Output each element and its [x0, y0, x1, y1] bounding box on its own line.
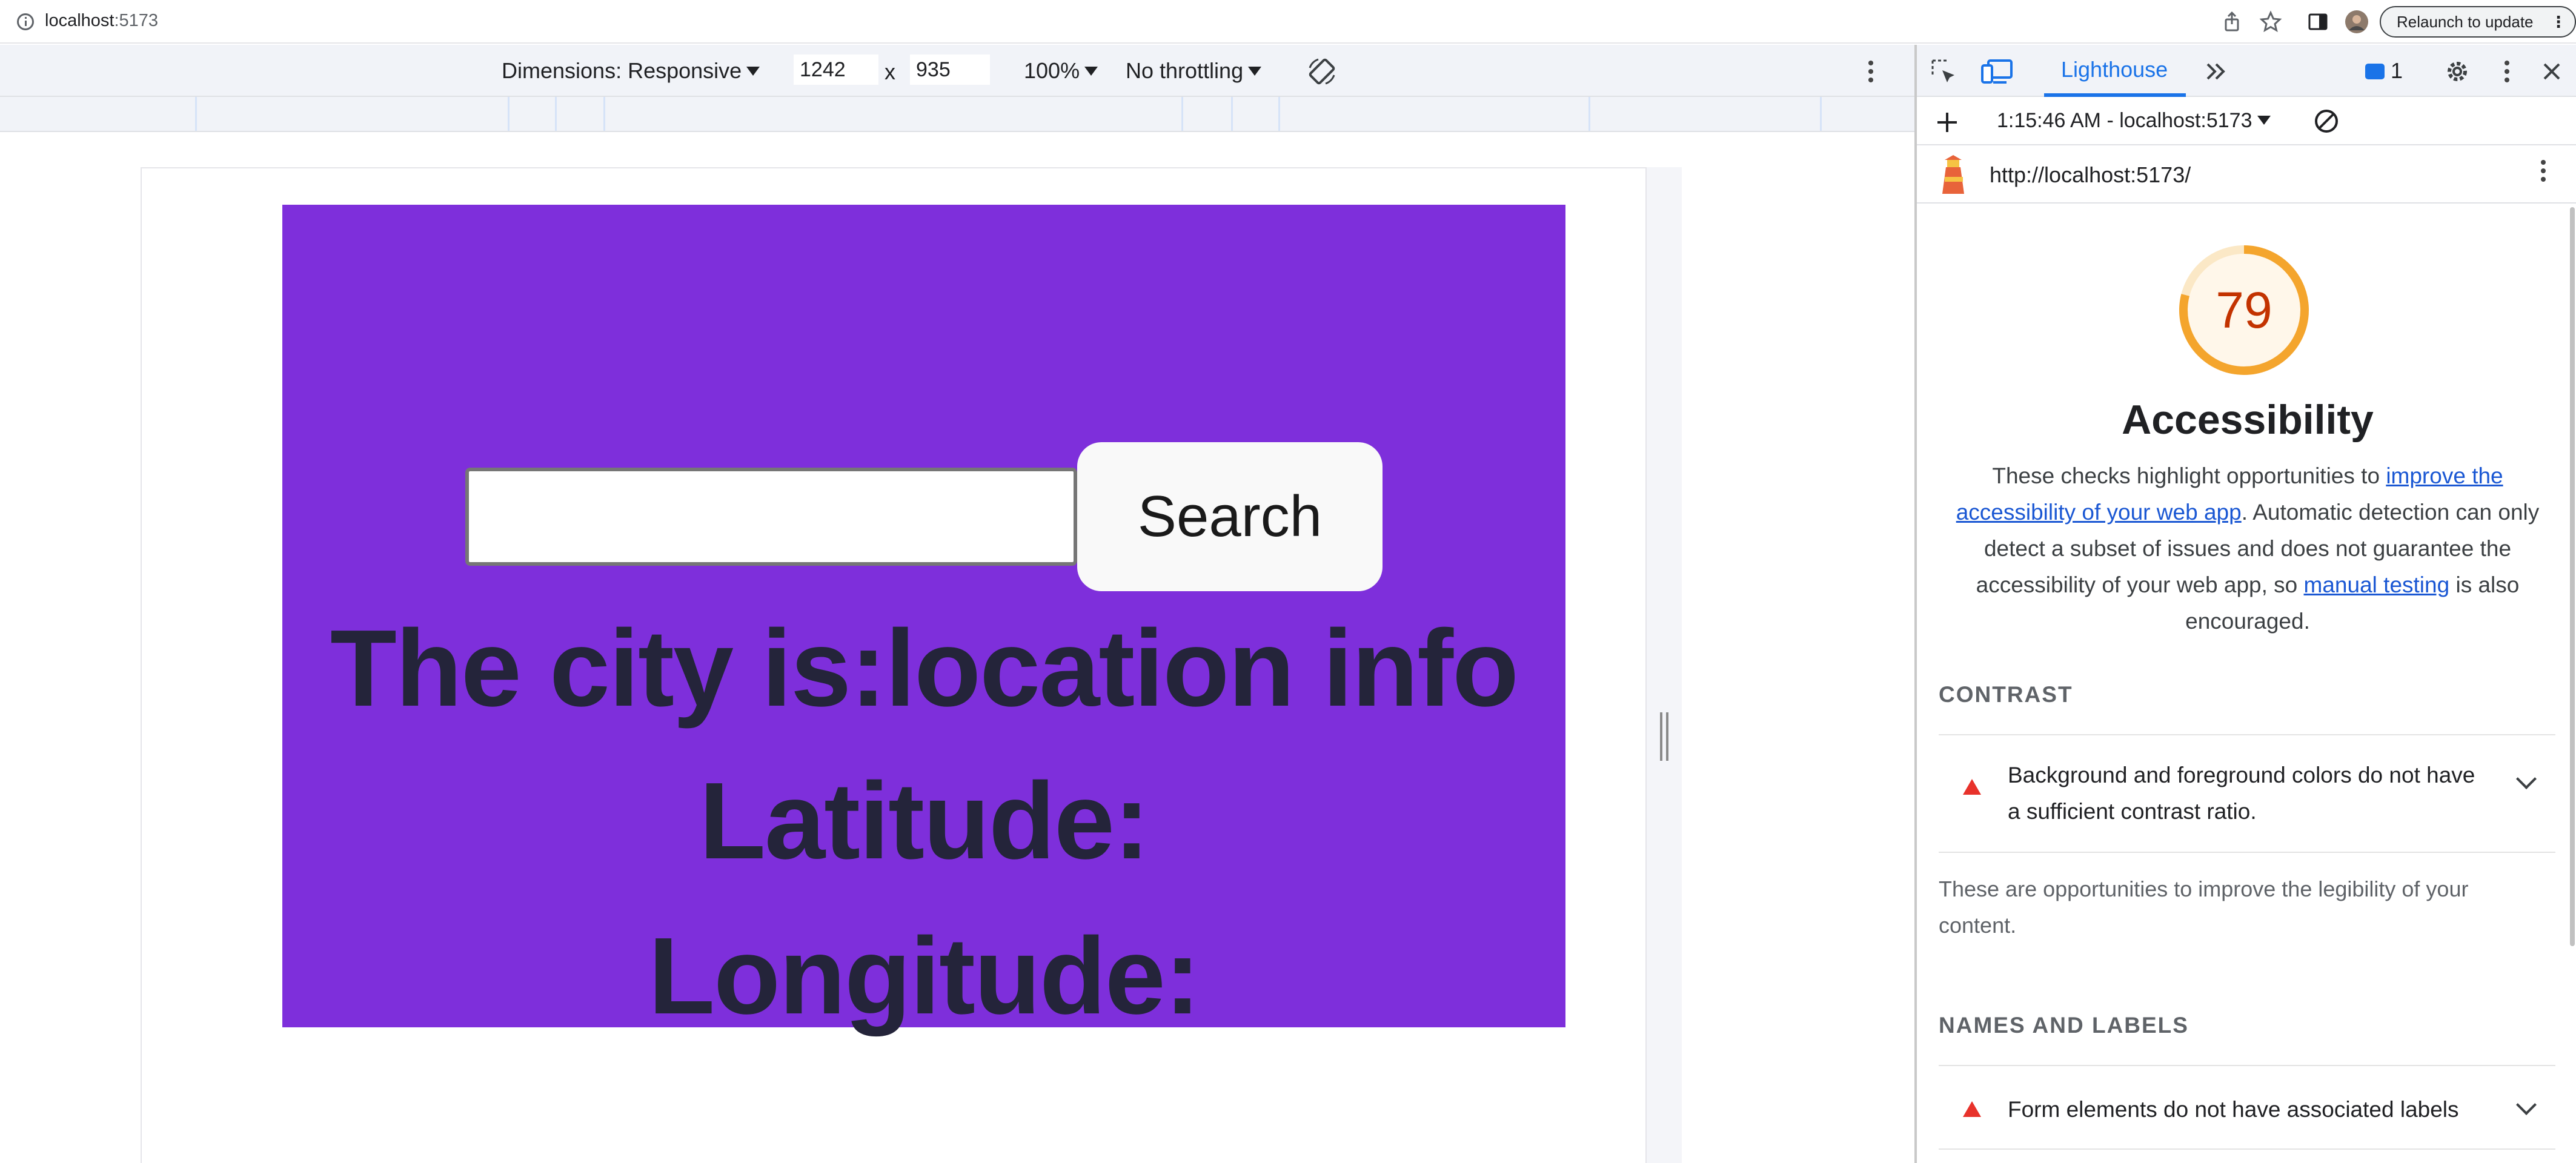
chevron-down-icon[interactable] — [2516, 769, 2537, 789]
audit-title: Form elements do not have associated lab… — [2008, 1097, 2459, 1122]
relaunch-label: Relaunch to update — [2397, 13, 2534, 31]
ruler-tick — [1181, 97, 1183, 131]
report-scrollbar[interactable] — [2570, 207, 2575, 946]
issues-counter[interactable]: 1 — [2365, 58, 2403, 84]
url-text[interactable]: localhost:5173 — [45, 11, 158, 31]
report-url[interactable]: http://localhost:5173/ — [1990, 162, 2191, 188]
report-selector[interactable]: 1:15:46 AM - localhost:5173 — [1997, 109, 2271, 133]
more-tabs-icon[interactable] — [2204, 61, 2228, 82]
dimension-separator: x — [885, 59, 895, 84]
throttling-dropdown[interactable]: No throttling — [1126, 58, 1262, 84]
tab-lighthouse[interactable]: Lighthouse — [2061, 57, 2168, 82]
issues-count: 1 — [2391, 58, 2403, 83]
ruler-tick — [1820, 97, 1822, 131]
issues-icon — [2365, 64, 2385, 79]
dimensions-dropdown[interactable]: Dimensions: Responsive — [502, 58, 760, 84]
audit-title: Background and foreground colors do not … — [2008, 763, 2475, 824]
lighthouse-toolbar: 1:15:46 AM - localhost:5173 — [1917, 97, 2576, 145]
close-devtools-icon[interactable] — [2541, 61, 2563, 82]
ruler-tick — [508, 97, 510, 131]
city-search-input[interactable] — [465, 468, 1077, 566]
category-title: Accessibility — [2122, 397, 2374, 443]
score-value: 79 — [2216, 282, 2272, 339]
devtools-more-icon[interactable] — [2505, 61, 2509, 86]
caret-down-icon — [1084, 67, 1098, 76]
url-port: :5173 — [114, 11, 159, 30]
divider — [1939, 1065, 2555, 1066]
share-icon[interactable] — [2220, 10, 2244, 34]
more-vert-icon: ⋮ — [2551, 13, 2566, 31]
caret-down-icon — [1248, 67, 1262, 76]
height-input[interactable]: 935 — [910, 55, 990, 85]
category-description: These checks highlight opportunities to … — [1951, 458, 2544, 640]
report-run-label: 1:15:46 AM - localhost:5173 — [1997, 109, 2252, 132]
description-text: These checks highlight opportunities to — [1992, 463, 2386, 488]
manual-testing-link[interactable]: manual testing — [2304, 572, 2450, 597]
audit-contrast[interactable]: Background and foreground colors do not … — [1939, 750, 2555, 841]
audit-form-labels[interactable]: Form elements do not have associated lab… — [1939, 1079, 2555, 1146]
address-bar: localhost:5173 Relaunch to update ⋮ — [0, 0, 2576, 44]
device-toolbar-toggle-icon[interactable] — [1980, 57, 2014, 86]
ruler-tick — [1231, 97, 1233, 131]
width-input[interactable]: 1242 — [794, 55, 878, 85]
ruler-tick — [603, 97, 605, 131]
site-info-icon[interactable] — [17, 13, 34, 30]
side-panel-icon[interactable] — [2306, 10, 2330, 34]
throttling-label: No throttling — [1126, 58, 1244, 83]
rotate-icon[interactable] — [1305, 55, 1339, 88]
divider — [1939, 852, 2555, 853]
ruler-tick — [555, 97, 557, 131]
caret-down-icon — [746, 67, 760, 76]
settings-gear-icon[interactable] — [2443, 57, 2472, 86]
report-url-bar: http://localhost:5173/ — [1917, 145, 2576, 204]
group-description: These are opportunities to improve the l… — [1939, 876, 2469, 938]
fail-triangle-icon — [1963, 779, 1981, 795]
inspect-element-icon[interactable] — [1929, 57, 1958, 86]
url-host: localhost — [45, 11, 115, 30]
device-toolbar: Dimensions: Responsive 1242 x 935 100% N… — [0, 45, 1914, 97]
lighthouse-report: 79 Accessibility These checks highlight … — [1917, 204, 2576, 1163]
clear-reports-icon[interactable] — [2313, 108, 2340, 134]
ruler-tick — [1278, 97, 1280, 131]
zoom-dropdown[interactable]: 100% — [1024, 58, 1098, 84]
media-query-ruler — [0, 97, 1914, 132]
ruler-tick — [1588, 97, 1590, 131]
ruler-tick — [195, 97, 197, 131]
fail-triangle-icon — [1963, 1101, 1981, 1117]
dimensions-label: Dimensions: Responsive — [502, 58, 742, 83]
divider — [1939, 734, 2555, 735]
group-title-contrast: CONTRAST — [1939, 682, 2073, 707]
lighthouse-logo-icon — [1942, 155, 1964, 194]
bookmark-star-icon[interactable] — [2259, 10, 2283, 34]
city-heading: The city is:location info — [330, 608, 1519, 729]
divider — [1939, 1148, 2555, 1150]
relaunch-to-update-button[interactable]: Relaunch to update ⋮ — [2380, 6, 2576, 38]
longitude-heading: Longitude: — [648, 915, 1201, 1037]
chevron-down-icon[interactable] — [2516, 1095, 2537, 1115]
zoom-label: 100% — [1024, 58, 1080, 83]
caret-down-icon — [2257, 116, 2271, 125]
new-report-plus-icon[interactable] — [1935, 110, 1959, 134]
group-title-names-labels: NAMES AND LABELS — [1939, 1013, 2189, 1038]
search-button[interactable]: Search — [1077, 442, 1383, 591]
report-more-icon[interactable] — [2541, 160, 2546, 185]
viewport-resize-handle[interactable] — [1660, 712, 1668, 761]
profile-avatar[interactable] — [2345, 10, 2369, 34]
frame-edge — [1647, 167, 1682, 1163]
devtools-panel: Lighthouse 1 1:15:46 AM - localhost:5173 — [1914, 45, 2576, 1163]
device-toolbar-more-icon[interactable] — [1868, 61, 1873, 86]
latitude-heading: Latitude: — [699, 760, 1150, 882]
devtools-tab-bar: Lighthouse 1 — [1917, 45, 2576, 97]
